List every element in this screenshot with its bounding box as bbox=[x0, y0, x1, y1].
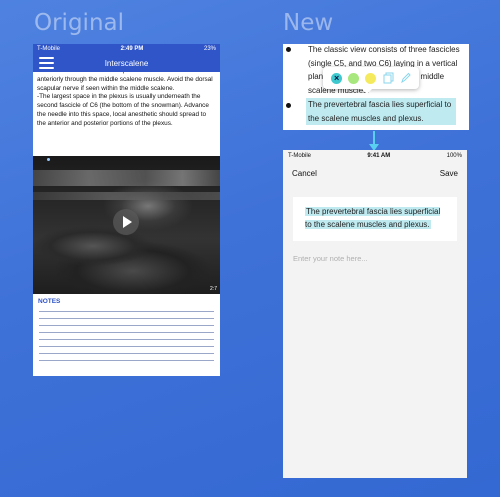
status-time: 9:41 AM bbox=[367, 153, 391, 159]
nav-bar: Cancel Save bbox=[283, 162, 467, 184]
ultrasound-video[interactable]: 2:7 bbox=[33, 156, 220, 294]
article-body: -Advance the needle from the posterior s… bbox=[33, 66, 220, 150]
note-line bbox=[39, 340, 214, 347]
save-button[interactable]: Save bbox=[440, 169, 458, 178]
page-title: Interscalene bbox=[104, 58, 149, 68]
carrier-label: T-Mobile bbox=[37, 46, 61, 52]
battery-label: 100% bbox=[446, 153, 462, 159]
close-icon[interactable]: × bbox=[331, 72, 343, 84]
quoted-highlight-card: The prevertebral fascia lies superficial… bbox=[293, 197, 457, 241]
hamburger-menu-icon[interactable] bbox=[39, 57, 54, 69]
notes-section[interactable]: NOTES bbox=[33, 294, 220, 365]
note-line bbox=[39, 347, 214, 354]
new-heading: New bbox=[283, 10, 334, 36]
note-line bbox=[39, 333, 214, 340]
original-heading: Original bbox=[34, 10, 125, 36]
yellow-highlight-button[interactable] bbox=[365, 72, 377, 84]
highlighted-text[interactable]: The prevertebral fascia lies superficial… bbox=[306, 98, 456, 125]
note-line bbox=[39, 354, 214, 361]
marker-dot bbox=[47, 158, 50, 161]
note-input[interactable] bbox=[293, 251, 457, 265]
new-phone-screen: T-Mobile 9:41 AM 100% Cancel Save The pr… bbox=[283, 150, 467, 478]
highlight-popover: × bbox=[323, 67, 419, 94]
note-line bbox=[39, 312, 214, 319]
body-paragraph: -The largest space in the plexus is usua… bbox=[37, 93, 209, 127]
bullet bbox=[286, 103, 291, 108]
green-highlight-button[interactable] bbox=[348, 72, 360, 84]
bullet bbox=[286, 47, 291, 52]
nav-bar: Interscalene bbox=[33, 54, 220, 72]
battery-label: 23% bbox=[203, 46, 216, 52]
pencil-icon[interactable] bbox=[400, 72, 411, 84]
carrier-label: T-Mobile bbox=[288, 153, 312, 159]
original-phone-screen: T-Mobile 2:49 PM 23% Interscalene -Advan… bbox=[33, 44, 220, 376]
status-bar: T-Mobile 2:49 PM 23% bbox=[33, 44, 220, 54]
note-line bbox=[39, 326, 214, 333]
status-bar: T-Mobile 9:41 AM 100% bbox=[283, 150, 467, 162]
quoted-highlight-text: The prevertebral fascia lies superficial… bbox=[305, 207, 441, 229]
note-line bbox=[39, 305, 214, 312]
text-snippet: The classic view consists of three fasci… bbox=[283, 44, 469, 130]
status-time: 2:49 PM bbox=[120, 46, 144, 52]
play-icon[interactable] bbox=[113, 209, 139, 235]
video-duration: 2:7 bbox=[210, 286, 217, 292]
cancel-button[interactable]: Cancel bbox=[292, 169, 317, 178]
copy-icon[interactable] bbox=[383, 72, 394, 84]
notes-label: NOTES bbox=[38, 298, 61, 305]
note-line bbox=[39, 319, 214, 326]
